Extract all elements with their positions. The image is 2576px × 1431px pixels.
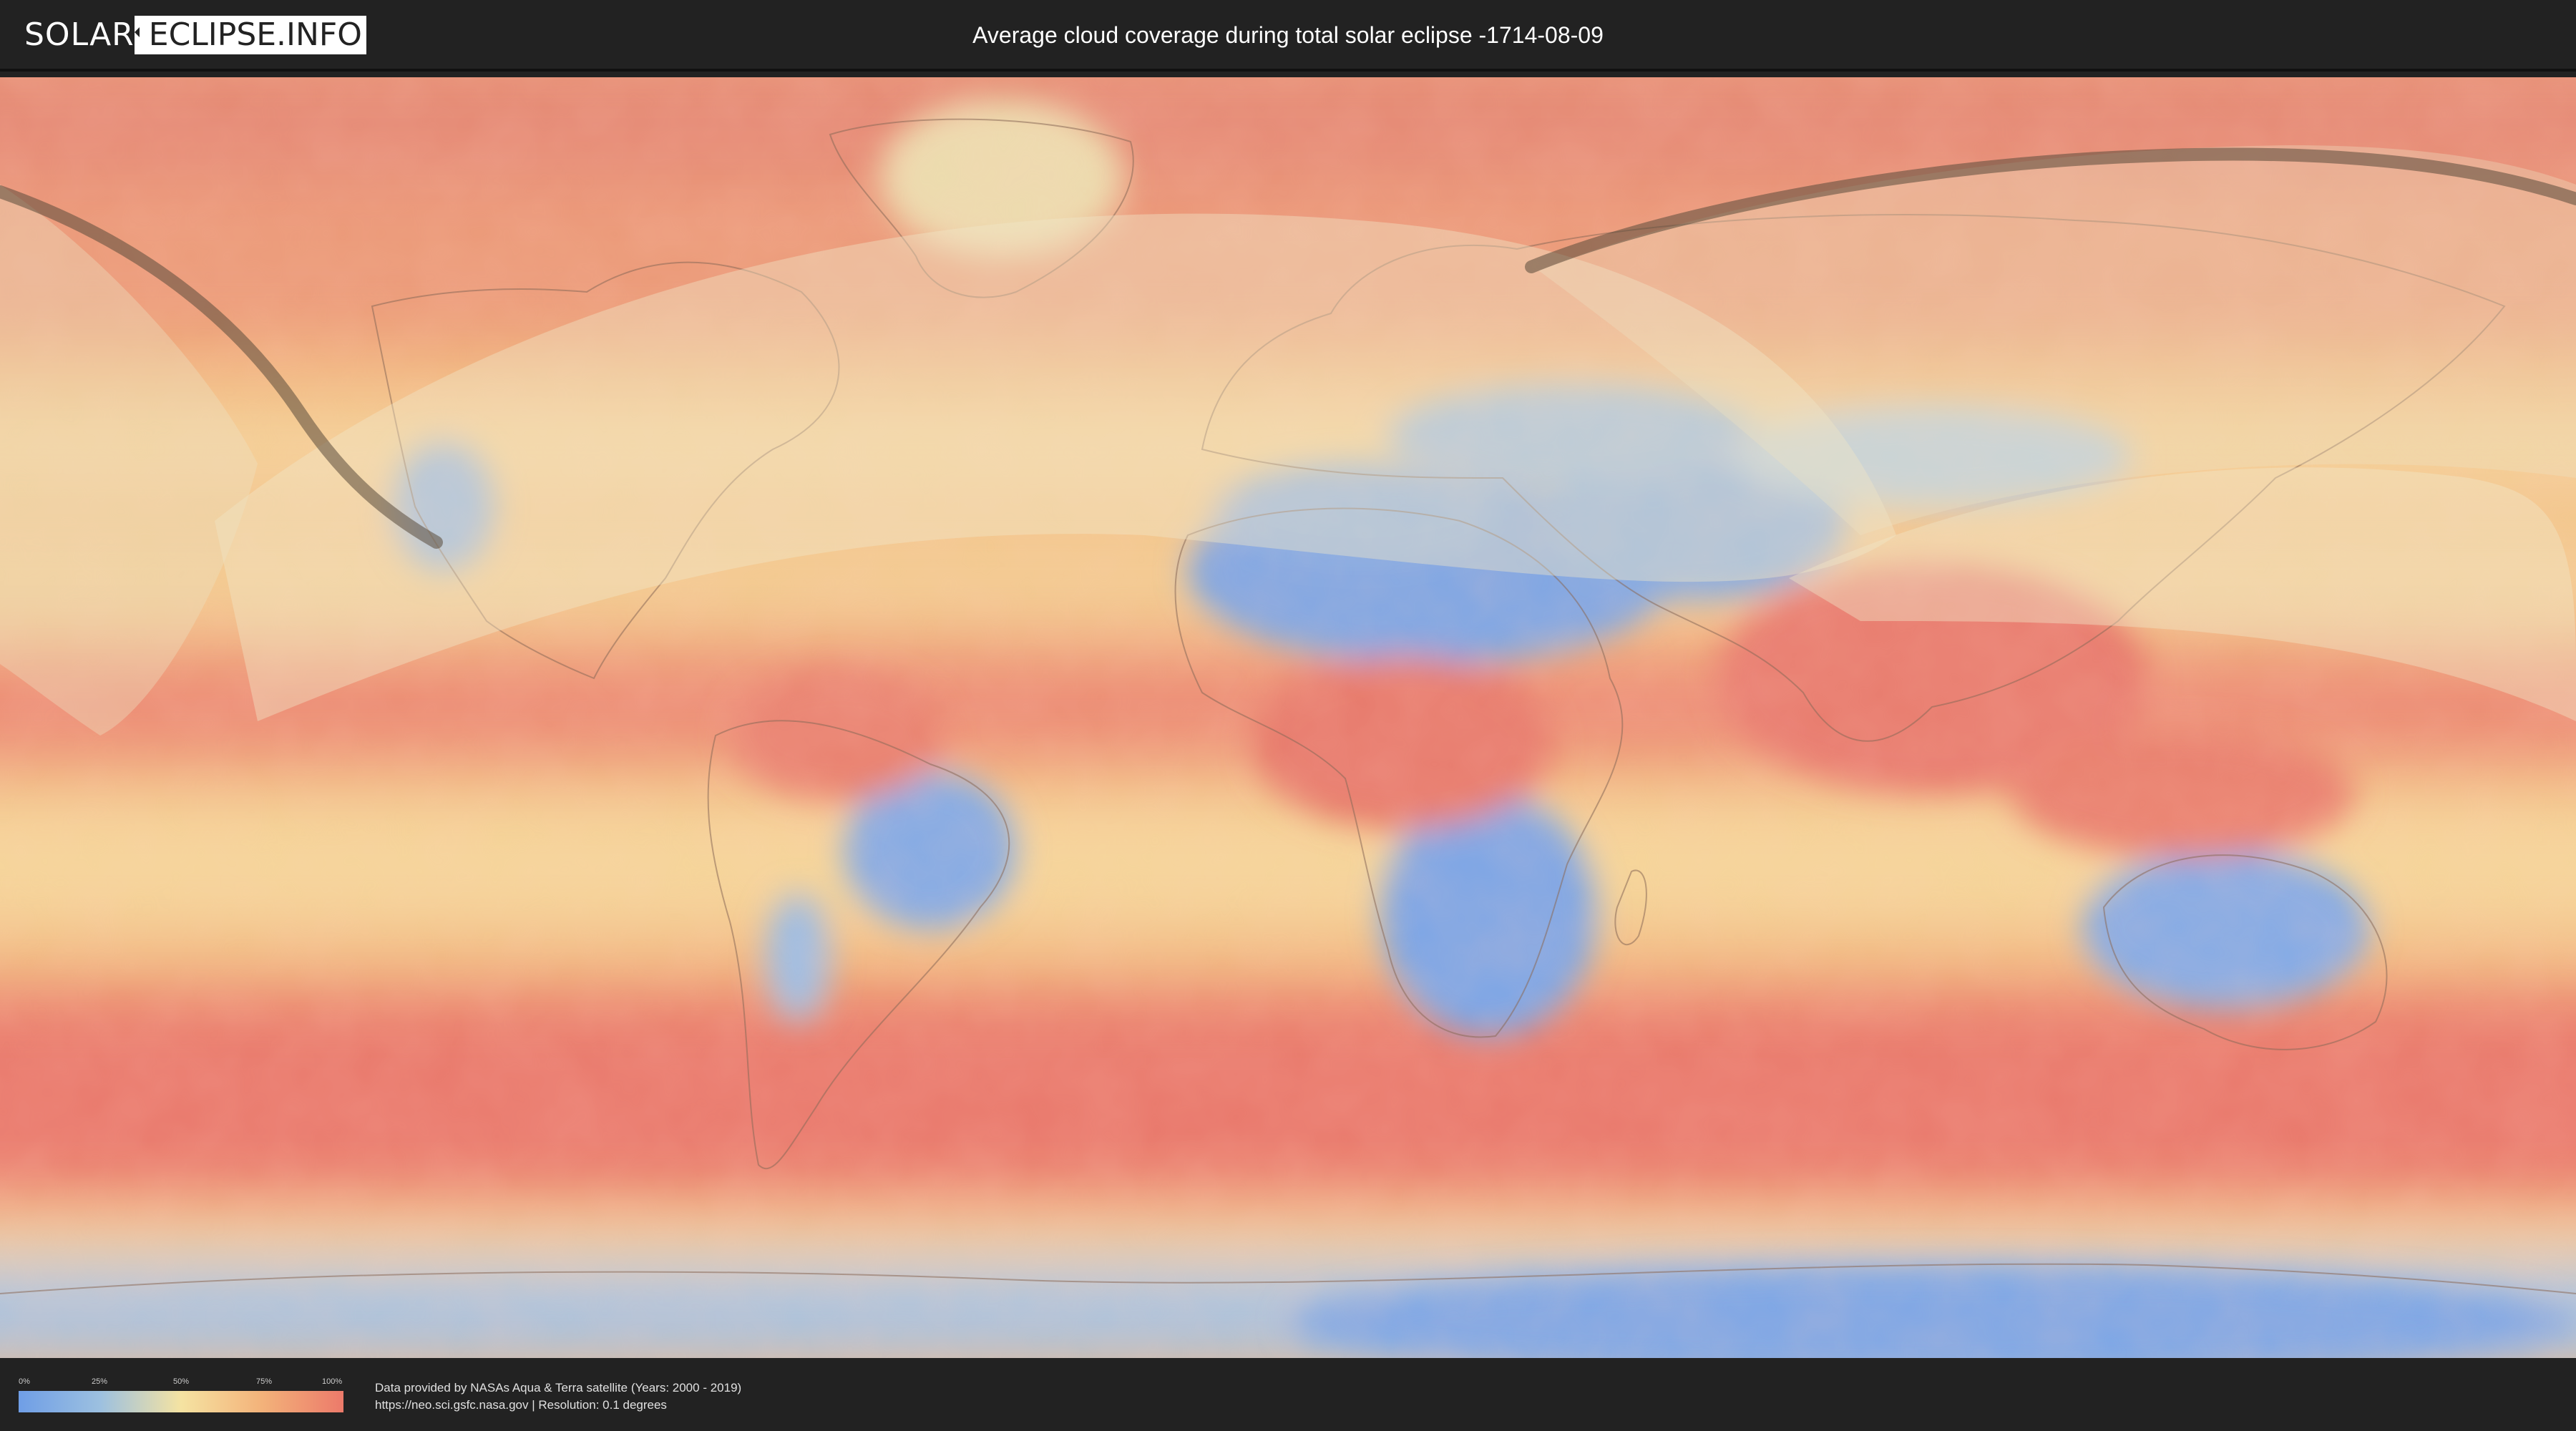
data-credit: Data provided by NASAs Aqua & Terra sate… (375, 1379, 741, 1414)
legend-tick-0: 0% (19, 1377, 30, 1386)
footer-bar: 0% 25% 50% 75% 100% Data provided by NAS… (0, 1359, 2576, 1431)
legend-gradient-bar (19, 1391, 343, 1412)
legend-tick-75: 75% (256, 1377, 273, 1386)
legend-tick-100: 100% (322, 1377, 343, 1386)
cloud-coverage-map[interactable] (0, 77, 2576, 1358)
credit-line-source: Data provided by NASAs Aqua & Terra sate… (375, 1381, 742, 1395)
legend-tick-50: 50% (173, 1377, 190, 1386)
cloud-coverage-legend: 0% 25% 50% 75% 100% (19, 1377, 343, 1415)
header-bar: SOLAR ECLIPSE.INFO Average cloud coverag… (0, 0, 2576, 72)
page-title: Average cloud coverage during total sola… (972, 22, 1604, 48)
page: SOLAR ECLIPSE.INFO Average cloud coverag… (0, 0, 2576, 1431)
world-map-svg (0, 77, 2576, 1358)
legend-tick-25: 25% (92, 1377, 108, 1386)
credit-line-url[interactable]: https://neo.sci.gsfc.nasa.gov | Resoluti… (375, 1397, 741, 1414)
